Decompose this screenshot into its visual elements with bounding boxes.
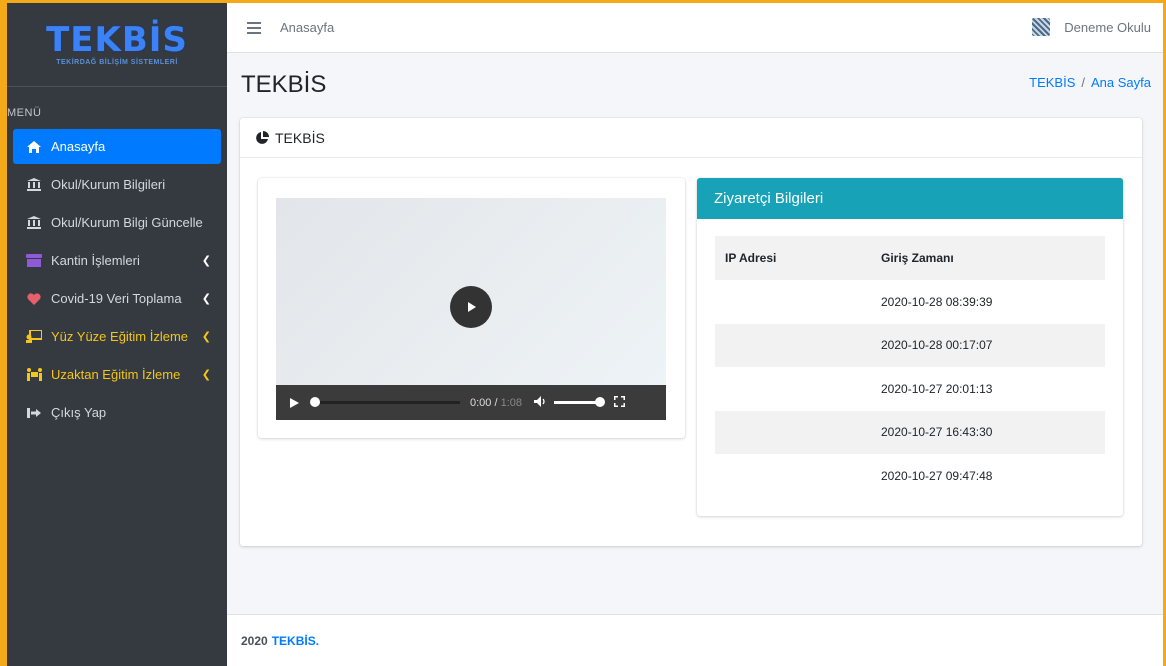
- fullscreen-icon[interactable]: [614, 395, 626, 410]
- sidebar-item-anasayfa[interactable]: Anasayfa: [13, 129, 221, 164]
- sidebar-item-label: Okul/Kurum Bilgileri: [51, 177, 166, 192]
- table-row: 2020-10-27 20:01:13: [715, 367, 1105, 411]
- hamburger-menu-icon[interactable]: [247, 21, 261, 34]
- volume-handle[interactable]: [595, 397, 606, 407]
- play-button[interactable]: [450, 286, 492, 328]
- ip-cell: [715, 280, 881, 324]
- video-controls: 0:00 / 1:08: [276, 385, 666, 420]
- sidebar-item-yuz-yuze-egitim-izleme[interactable]: Yüz Yüze Eğitim İzleme ❮: [13, 319, 221, 354]
- time-cell: 2020-10-28 00:17:07: [881, 323, 1105, 367]
- column-header-ip: IP Adresi: [715, 236, 881, 280]
- chevron-left-icon: ❮: [201, 331, 211, 343]
- sidebar-nav: Anasayfa Okul/Kurum Bilgileri Okul/Kurum…: [13, 129, 221, 433]
- ip-cell: [715, 454, 881, 498]
- video-time: 0:00 / 1:08: [470, 396, 523, 409]
- video-card: 0:00 / 1:08: [258, 178, 685, 438]
- institution-icon: [25, 178, 43, 192]
- brand-logo[interactable]: TEKBİS TEKİRDAĞ BİLİŞİM SİSTEMLERİ: [7, 3, 227, 87]
- sidebar-item-label: Çıkış Yap: [51, 405, 107, 420]
- footer: 2020 TEKBİS.: [227, 614, 1163, 666]
- chevron-left-icon: ❮: [201, 255, 211, 267]
- app-window: TEKBİS TEKİRDAĞ BİLİŞİM SİSTEMLERİ MENÜ …: [7, 3, 1163, 666]
- chart-pie-icon: [255, 130, 269, 145]
- ip-cell: [715, 323, 881, 367]
- chevron-left-icon: ❮: [201, 369, 211, 381]
- chevron-left-icon: ❮: [201, 293, 211, 305]
- time-cell: 2020-10-27 20:01:13: [881, 381, 993, 396]
- chalkboard-teacher-icon: [25, 330, 43, 344]
- sidebar-item-label: Uzaktan Eğitim İzleme: [51, 367, 181, 382]
- video-progress-bar[interactable]: [310, 397, 460, 407]
- sidebar-item-label: Anasayfa: [51, 139, 106, 154]
- sidebar-item-okul-kurum-bilgi-guncelle[interactable]: Okul/Kurum Bilgi Güncelle: [13, 205, 221, 240]
- visitor-info-card: Ziyaretçi Bilgileri IP Adresi Giriş Zama…: [697, 178, 1123, 516]
- sidebar: TEKBİS TEKİRDAĞ BİLİŞİM SİSTEMLERİ MENÜ …: [7, 3, 227, 666]
- breadcrumb-item-ana-sayfa[interactable]: Ana Sayfa: [1091, 75, 1151, 90]
- sidebar-item-cikis-yap[interactable]: Çıkış Yap: [13, 395, 221, 430]
- sidebar-item-label: Okul/Kurum Bilgi Güncelle: [51, 215, 203, 230]
- page-title: TEKBİS: [241, 71, 327, 98]
- avatar: [1032, 18, 1051, 36]
- table-header-row: IP Adresi Giriş Zamanı: [715, 236, 1105, 280]
- main-card-title: TEKBİS: [275, 129, 325, 146]
- home-icon: [25, 140, 43, 154]
- time-cell: 2020-10-27 09:47:48: [881, 468, 993, 483]
- top-navbar: Anasayfa Deneme Okulu: [227, 3, 1163, 53]
- progress-handle[interactable]: [310, 397, 320, 407]
- footer-brand-link[interactable]: TEKBİS.: [272, 634, 319, 648]
- time-cell: 2020-10-28 08:39:39: [881, 294, 993, 309]
- duration: 1:08: [500, 396, 523, 409]
- logo-subtitle: TEKİRDAĞ BİLİŞİM SİSTEMLERİ: [56, 59, 178, 66]
- sidebar-item-kantin-islemleri[interactable]: Kantin İşlemleri ❮: [13, 243, 221, 278]
- ip-cell: [715, 367, 881, 411]
- sidebar-item-okul-kurum-bilgileri[interactable]: Okul/Kurum Bilgileri: [13, 167, 221, 202]
- play-icon[interactable]: [290, 397, 299, 408]
- volume-slider[interactable]: [554, 397, 606, 407]
- table-row: 2020-10-27 09:47:48: [715, 454, 1105, 498]
- sidebar-item-uzaktan-egitim-izleme[interactable]: Uzaktan Eğitim İzleme ❮: [13, 357, 221, 392]
- breadcrumb-item-tekbis[interactable]: TEKBİS: [1029, 75, 1075, 90]
- time-cell: 2020-10-27 16:43:30: [881, 410, 1105, 454]
- visitor-table: IP Adresi Giriş Zamanı 2020-10-28 08:39:…: [715, 236, 1105, 498]
- table-row: 2020-10-28 00:17:07: [715, 323, 1105, 367]
- nav-link-anasayfa[interactable]: Anasayfa: [280, 20, 334, 35]
- footer-year: 2020: [241, 633, 268, 648]
- people-carry-icon: [25, 368, 43, 382]
- sidebar-item-label: Covid-19 Veri Toplama: [51, 291, 182, 306]
- main-card: TEKBİS 0:00 / 1:08 Ziyaretçi Bilgileri I…: [240, 118, 1142, 546]
- user-menu[interactable]: Deneme Okulu: [1032, 18, 1151, 36]
- breadcrumb: TEKBİS / Ana Sayfa: [1029, 75, 1151, 90]
- video-player[interactable]: 0:00 / 1:08: [276, 198, 666, 420]
- sidebar-item-label: Yüz Yüze Eğitim İzleme: [51, 329, 189, 344]
- volume-icon[interactable]: [534, 395, 546, 410]
- user-name: Deneme Okulu: [1064, 19, 1151, 35]
- store-icon: [25, 254, 43, 268]
- main-card-header: TEKBİS: [240, 118, 1142, 158]
- heart-icon: [25, 292, 43, 306]
- visitor-card-title: Ziyaretçi Bilgileri: [697, 178, 1123, 219]
- column-header-login-time: Giriş Zamanı: [881, 236, 1105, 280]
- menu-header: MENÜ: [7, 107, 42, 119]
- sign-out-icon: [25, 406, 43, 420]
- current-time: 0:00: [470, 396, 492, 409]
- ip-cell: [715, 410, 881, 454]
- breadcrumb-separator: /: [1081, 75, 1085, 90]
- sidebar-item-label: Kantin İşlemleri: [51, 253, 140, 268]
- table-row: 2020-10-27 16:43:30: [715, 410, 1105, 454]
- table-row: 2020-10-28 08:39:39: [715, 280, 1105, 324]
- institution-icon: [25, 216, 43, 230]
- logo-text: TEKBİS: [46, 20, 188, 60]
- sidebar-item-covid-19-veri-toplama[interactable]: Covid-19 Veri Toplama ❮: [13, 281, 221, 316]
